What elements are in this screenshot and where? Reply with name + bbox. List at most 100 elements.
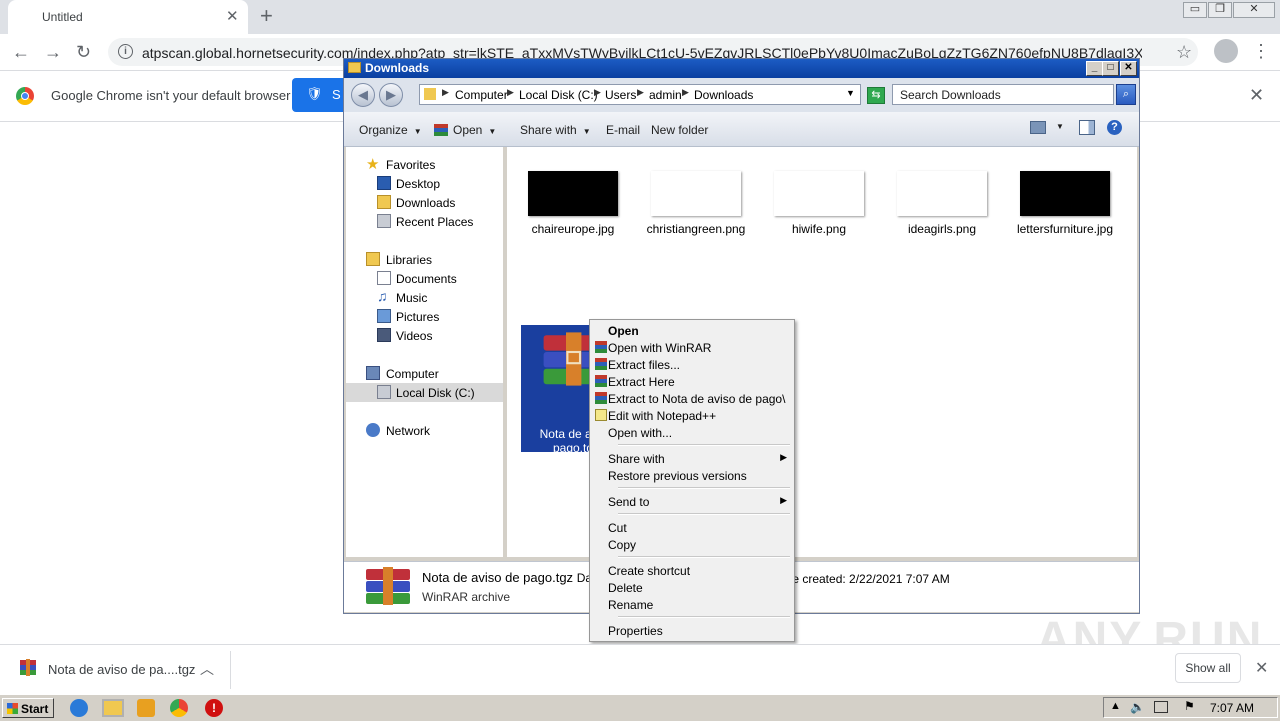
nav-libraries[interactable]: Libraries xyxy=(346,250,503,269)
address-bar[interactable]: ▶ Computer ▶ Local Disk (C:) ▶ Users ▶ a… xyxy=(419,84,861,105)
organize-label: Organize xyxy=(359,123,408,137)
action-center-flag-icon[interactable]: ⚑ xyxy=(1184,699,1195,713)
site-info-icon[interactable]: i xyxy=(118,44,133,59)
menu-item-share-with[interactable]: Share with ▶ xyxy=(592,450,792,467)
winrar-archive-icon xyxy=(20,659,36,676)
file-item-lettersfurniture[interactable]: lettersfurniture.jpg xyxy=(1013,171,1117,236)
organize-button[interactable]: Organize ▼ xyxy=(359,123,422,137)
tab-title: Untitled xyxy=(42,10,83,24)
internet-explorer-icon[interactable] xyxy=(70,699,88,717)
nav-recent-places[interactable]: Recent Places xyxy=(346,212,503,231)
explorer-minimize-button[interactable]: _ xyxy=(1086,61,1103,76)
help-icon[interactable]: ? xyxy=(1107,120,1122,135)
file-item-chaireurope[interactable]: chaireurope.jpg xyxy=(521,171,625,236)
menu-item-edit-with-notepad[interactable]: Edit with Notepad++ xyxy=(592,407,792,424)
details-date-created: te created: 2/22/2021 7:07 AM xyxy=(789,572,950,586)
taskbar-clock[interactable]: 7:07 AM xyxy=(1210,701,1254,715)
winrar-icon xyxy=(434,124,448,136)
shelf-divider xyxy=(230,651,231,689)
speaker-icon[interactable]: 🔈 xyxy=(1130,700,1145,714)
shelf-close-icon[interactable]: ✕ xyxy=(1255,658,1268,678)
menu-separator xyxy=(618,556,790,558)
menu-item-rename[interactable]: Rename xyxy=(592,596,792,613)
command-bar: Organize ▼ Open ▼ Share with ▼ E-mail New f… xyxy=(344,112,1139,147)
menu-item-send-to[interactable]: Send to ▶ xyxy=(592,493,792,510)
media-player-icon[interactable] xyxy=(137,699,155,717)
breadcrumb-computer[interactable]: Computer xyxy=(455,88,508,102)
chrome-taskbar-icon[interactable] xyxy=(170,699,188,717)
explorer-close-button[interactable]: ✕ xyxy=(1120,61,1137,76)
explorer-maximize-button[interactable]: □ xyxy=(1102,61,1119,76)
menu-item-copy[interactable]: Copy xyxy=(592,536,792,553)
breadcrumb-local-disk[interactable]: Local Disk (C:) xyxy=(519,88,598,102)
image-thumbnail xyxy=(1020,171,1110,216)
explorer-taskbar-icon[interactable] xyxy=(102,699,124,717)
minimize-window-button[interactable]: ▭ xyxy=(1183,2,1207,18)
address-dropdown-icon[interactable]: ▼ xyxy=(846,88,855,98)
breadcrumb-admin[interactable]: admin xyxy=(649,88,682,102)
refresh-icon[interactable]: ⇆ xyxy=(867,87,885,104)
nav-local-disk[interactable]: Local Disk (C:) xyxy=(346,383,503,402)
close-window-button[interactable]: ✕ xyxy=(1233,2,1275,18)
breadcrumb-downloads[interactable]: Downloads xyxy=(694,88,753,102)
tab-close-icon[interactable]: ✕ xyxy=(226,7,239,25)
email-button[interactable]: E-mail xyxy=(606,123,640,137)
nav-favorites[interactable]: ★ Favorites xyxy=(346,155,503,174)
menu-item-open[interactable]: Open xyxy=(592,322,792,339)
network-tray-icon[interactable] xyxy=(1154,701,1168,713)
search-input[interactable]: Search Downloads xyxy=(892,84,1114,105)
nav-music[interactable]: ♫ Music xyxy=(346,288,503,307)
explorer-back-button[interactable]: ◀ xyxy=(351,83,375,107)
stop-icon[interactable]: ! xyxy=(205,699,223,717)
nav-network[interactable]: Network xyxy=(346,421,503,440)
file-item-hiwife[interactable]: hiwife.png xyxy=(767,171,871,236)
start-label: Start xyxy=(21,702,49,716)
preview-pane-icon[interactable] xyxy=(1079,120,1095,135)
reload-icon[interactable]: ↻ xyxy=(76,42,91,63)
bookmark-star-icon[interactable]: ☆ xyxy=(1176,42,1192,63)
image-thumbnail xyxy=(528,171,618,216)
breadcrumb-users[interactable]: Users xyxy=(605,88,636,102)
menu-item-properties[interactable]: Properties xyxy=(592,622,792,639)
start-button[interactable]: Start xyxy=(2,698,54,718)
profile-avatar-icon[interactable] xyxy=(1214,39,1238,63)
chrome-menu-icon[interactable]: ⋮ xyxy=(1252,41,1270,62)
nav-videos[interactable]: Videos xyxy=(346,326,503,345)
menu-item-delete[interactable]: Delete xyxy=(592,579,792,596)
winrar-icon xyxy=(595,392,607,404)
explorer-forward-button[interactable]: ▶ xyxy=(379,83,403,107)
menu-item-restore-previous-versions[interactable]: Restore previous versions xyxy=(592,467,792,484)
view-options-chevron-icon[interactable]: ▼ xyxy=(1056,122,1064,131)
menu-item-extract-to[interactable]: Extract to Nota de aviso de pago\ xyxy=(592,390,792,407)
open-button[interactable]: Open ▼ xyxy=(434,123,496,137)
nav-documents[interactable]: Documents xyxy=(346,269,503,288)
restore-window-button[interactable]: ❐ xyxy=(1208,2,1232,18)
menu-item-extract-files[interactable]: Extract files... xyxy=(592,356,792,373)
nav-downloads[interactable]: Downloads xyxy=(346,193,503,212)
explorer-titlebar[interactable]: Downloads _ □ ✕ xyxy=(344,59,1139,78)
show-hidden-icons-icon[interactable]: ▲ xyxy=(1110,700,1121,712)
file-item-ideagirls[interactable]: ideagirls.png xyxy=(890,171,994,236)
nav-pictures[interactable]: Pictures xyxy=(346,307,503,326)
search-icon[interactable]: ⌕ xyxy=(1116,84,1136,105)
chevron-up-icon[interactable]: ︿ xyxy=(200,659,214,679)
new-folder-button[interactable]: New folder xyxy=(651,123,708,137)
back-arrow-icon[interactable]: ← xyxy=(12,42,30,63)
new-tab-button[interactable]: + xyxy=(260,3,273,29)
forward-arrow-icon[interactable]: → xyxy=(44,42,62,63)
share-with-button[interactable]: Share with ▼ xyxy=(520,123,591,137)
menu-item-cut[interactable]: Cut xyxy=(592,519,792,536)
menu-item-open-with[interactable]: Open with... xyxy=(592,424,792,441)
infobar-message: Google Chrome isn't your default browser xyxy=(51,88,291,103)
browser-tab[interactable]: Untitled ✕ xyxy=(8,0,248,34)
file-item-christiangreen[interactable]: christiangreen.png xyxy=(644,171,748,236)
menu-item-create-shortcut[interactable]: Create shortcut xyxy=(592,562,792,579)
nav-desktop[interactable]: Desktop xyxy=(346,174,503,193)
nav-computer[interactable]: Computer xyxy=(346,364,503,383)
menu-item-extract-here[interactable]: Extract Here xyxy=(592,373,792,390)
menu-item-open-with-winrar[interactable]: Open with WinRAR xyxy=(592,339,792,356)
download-item[interactable]: Nota de aviso de pa....tgz ︿ xyxy=(0,645,230,695)
infobar-close-icon[interactable]: ✕ xyxy=(1249,85,1264,106)
change-view-icon[interactable] xyxy=(1030,121,1046,134)
show-all-button[interactable]: Show all xyxy=(1175,653,1241,683)
